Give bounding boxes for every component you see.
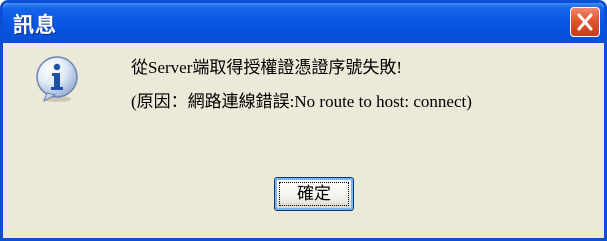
message-line-2: (原因：網路連線錯誤:No route to host: connect) <box>131 92 472 111</box>
message-line-1: 從Server端取得授權證憑證序號失敗! <box>131 58 403 77</box>
ok-button-label: 確定 <box>297 184 331 204</box>
close-button[interactable] <box>570 7 600 37</box>
title-bar[interactable]: 訊息 <box>3 3 604 43</box>
dialog-title: 訊息 <box>13 13 57 37</box>
message-dialog: 訊息 從Server端取得授權證憑證序號失敗! (原因：網路連線錯誤:No ro… <box>0 0 607 241</box>
close-icon <box>577 13 593 31</box>
info-icon <box>36 56 78 103</box>
ok-button[interactable]: 確定 <box>274 177 354 211</box>
